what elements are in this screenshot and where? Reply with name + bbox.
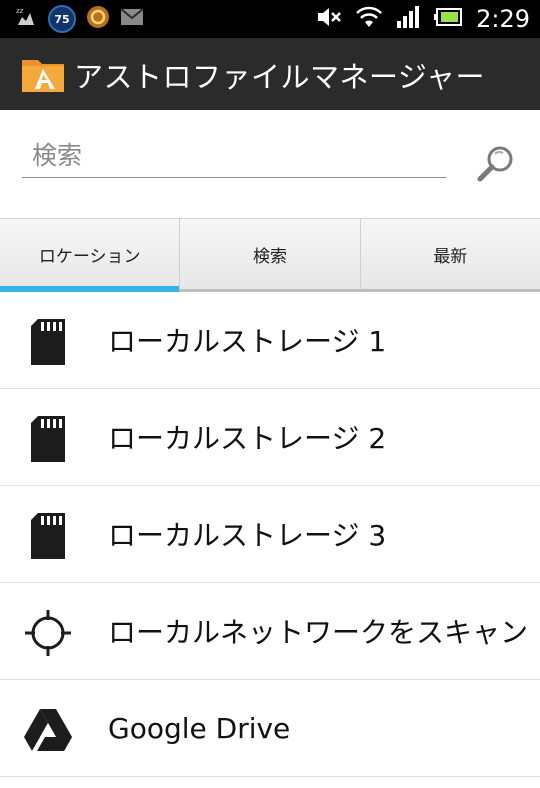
app-title: アストロファイルマネージャー xyxy=(74,60,485,94)
astro-folder-icon[interactable] xyxy=(20,52,66,96)
action-bar: アストロファイルマネージャー xyxy=(0,38,540,110)
sd-card-icon xyxy=(22,316,74,368)
list-item-scan-network[interactable]: ローカルネットワークをスキャン xyxy=(0,583,540,680)
list-item-google-drive[interactable]: Google Drive xyxy=(0,680,540,777)
google-drive-icon xyxy=(22,704,74,756)
tab-recent-label: 最新 xyxy=(433,246,468,267)
list-item-label: ローカルストレージ 3 xyxy=(108,519,387,552)
list-item-local-storage-3[interactable]: ローカルストレージ 3 xyxy=(0,486,540,583)
clock: 2:29 xyxy=(476,5,530,33)
badge-75-icon: 75 xyxy=(48,5,76,33)
status-bar: zz 75 2:29 xyxy=(0,0,540,38)
battery-icon xyxy=(434,7,463,31)
sync-icon xyxy=(86,5,110,33)
list-item-local-storage-2[interactable]: ローカルストレージ 2 xyxy=(0,389,540,486)
location-list: ローカルストレージ 1 ローカルストレージ 2 ローカルストレージ 3 ローカル… xyxy=(0,292,540,777)
sd-card-icon xyxy=(22,413,74,465)
svg-text:zz: zz xyxy=(16,7,24,15)
list-item-label: ローカルネットワークをスキャン xyxy=(108,616,528,649)
tab-bar: ロケーション 検索 最新 xyxy=(0,218,540,292)
mute-icon xyxy=(316,6,342,32)
sd-card-icon xyxy=(22,510,74,562)
search-icon[interactable] xyxy=(476,144,516,184)
tab-location-label: ロケーション xyxy=(38,246,141,267)
tab-recent[interactable]: 最新 xyxy=(361,219,540,289)
search-area xyxy=(0,110,540,218)
search-input[interactable] xyxy=(22,138,446,178)
list-item-local-storage-1[interactable]: ローカルストレージ 1 xyxy=(0,292,540,389)
signal-icon xyxy=(396,5,420,33)
mail-icon xyxy=(120,7,144,31)
status-bar-system: 2:29 xyxy=(316,4,530,34)
list-item-label: ローカルストレージ 2 xyxy=(108,422,387,455)
status-bar-notifications: zz 75 xyxy=(14,4,144,34)
tab-location[interactable]: ロケーション xyxy=(0,219,181,292)
tab-search-label: 検索 xyxy=(252,246,287,267)
list-item-label: ローカルストレージ 1 xyxy=(108,325,387,358)
list-item-label: Google Drive xyxy=(108,711,291,745)
crosshair-icon xyxy=(22,607,74,659)
tab-search[interactable]: 検索 xyxy=(180,219,361,289)
debug-icon: zz xyxy=(14,5,38,33)
wifi-icon xyxy=(356,6,382,32)
